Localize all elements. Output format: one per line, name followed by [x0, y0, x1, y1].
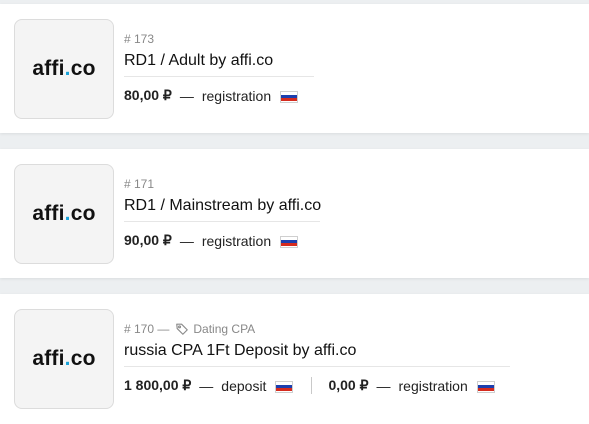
ru-flag-icon — [280, 235, 299, 248]
offer-title[interactable]: RD1 / Mainstream by affi.co — [124, 197, 321, 222]
offer-number: # 173 — [124, 32, 155, 46]
offer-category-tag[interactable]: Dating CPA — [193, 322, 255, 336]
offer-logo[interactable]: affi.co — [14, 309, 114, 409]
tag-icon — [175, 322, 189, 336]
offer-card-173[interactable]: affi.co # 173 RD1 / Adult by affi.co 80,… — [0, 4, 589, 133]
payout-amount: 1 800,00 ₽ — [124, 377, 192, 393]
payout-amount: 80,00 ₽ — [124, 87, 172, 103]
payout-type: registration — [201, 87, 272, 104]
ru-flag-icon — [476, 380, 495, 393]
offer-title[interactable]: russia CPA 1Ft Deposit by affi.co — [124, 342, 510, 367]
offer-number: # 170 — — [124, 322, 170, 336]
payout-amount: 0,00 ₽ — [328, 377, 369, 393]
offer-card-170[interactable]: affi.co # 170 — Dating CPA russia CPA 1F… — [0, 294, 589, 424]
ru-flag-icon — [275, 380, 294, 393]
affi-co-logo: affi.co — [32, 57, 96, 80]
offer-logo[interactable]: affi.co — [14, 164, 114, 264]
offer-card-171[interactable]: affi.co # 171 RD1 / Mainstream by affi.c… — [0, 149, 589, 278]
payout-dash: — — [376, 377, 391, 394]
offer-payouts: 80,00 ₽ — registration — [124, 87, 299, 104]
ru-flag-icon — [280, 90, 299, 103]
offer-meta: # 170 — Dating CPA — [124, 322, 255, 336]
offer-payouts: 1 800,00 ₽ — deposit 0,00 ₽ — registrati… — [124, 377, 495, 394]
affi-co-logo: affi.co — [32, 202, 96, 225]
payout-amount: 90,00 ₽ — [124, 232, 172, 248]
offer-number: # 171 — [124, 177, 155, 191]
offer-title[interactable]: RD1 / Adult by affi.co — [124, 52, 314, 77]
payout-dash: — — [199, 377, 214, 394]
offer-meta: # 171 — [124, 177, 154, 191]
payout-dash: — — [179, 232, 194, 249]
payout-type: registration — [398, 377, 468, 394]
payout-dash: — — [179, 87, 194, 104]
offer-payouts: 90,00 ₽ — registration — [124, 232, 299, 249]
offer-meta: # 173 — [124, 32, 154, 46]
payout-type: deposit — [221, 377, 267, 394]
offer-logo[interactable]: affi.co — [14, 19, 114, 119]
payout-type: registration — [201, 232, 272, 249]
payout-divider — [311, 377, 313, 394]
affi-co-logo: affi.co — [32, 347, 96, 370]
